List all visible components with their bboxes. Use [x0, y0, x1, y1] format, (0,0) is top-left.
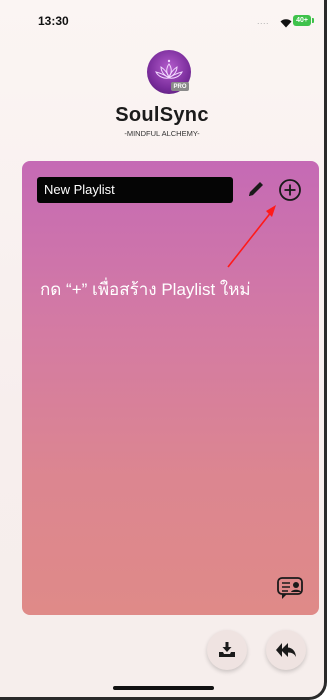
- wifi-icon: [280, 15, 292, 33]
- playlist-name-field[interactable]: New Playlist: [37, 177, 233, 203]
- app-screen: 13:30 .... 40+ PRO SoulSync -MINDFUL ALC…: [0, 0, 327, 700]
- hint-text: กด “+” เพื่อสร้าง Playlist ใหม่: [40, 280, 251, 299]
- chat-bubble-icon[interactable]: [276, 576, 304, 605]
- download-tray-icon: [219, 642, 235, 657]
- playlist-card: New Playlist กด “+” เพื่อสร้าง Playlist …: [22, 161, 319, 615]
- download-button[interactable]: [207, 630, 247, 670]
- home-indicator: [113, 686, 214, 690]
- app-title: SoulSync: [115, 104, 209, 126]
- battery-icon: 40+: [293, 15, 314, 26]
- arrow-pointer: [227, 205, 276, 268]
- status-time: 13:30: [38, 14, 69, 28]
- back-button[interactable]: [266, 630, 306, 670]
- signal-icon: ....: [257, 16, 270, 26]
- app-tagline: -MINDFUL ALCHEMY-: [124, 129, 200, 138]
- pro-badge: PRO: [171, 82, 189, 91]
- lotus-icon: [155, 59, 183, 79]
- status-bar: 13:30 .... 40+: [0, 14, 324, 34]
- reply-all-icon: [276, 643, 296, 657]
